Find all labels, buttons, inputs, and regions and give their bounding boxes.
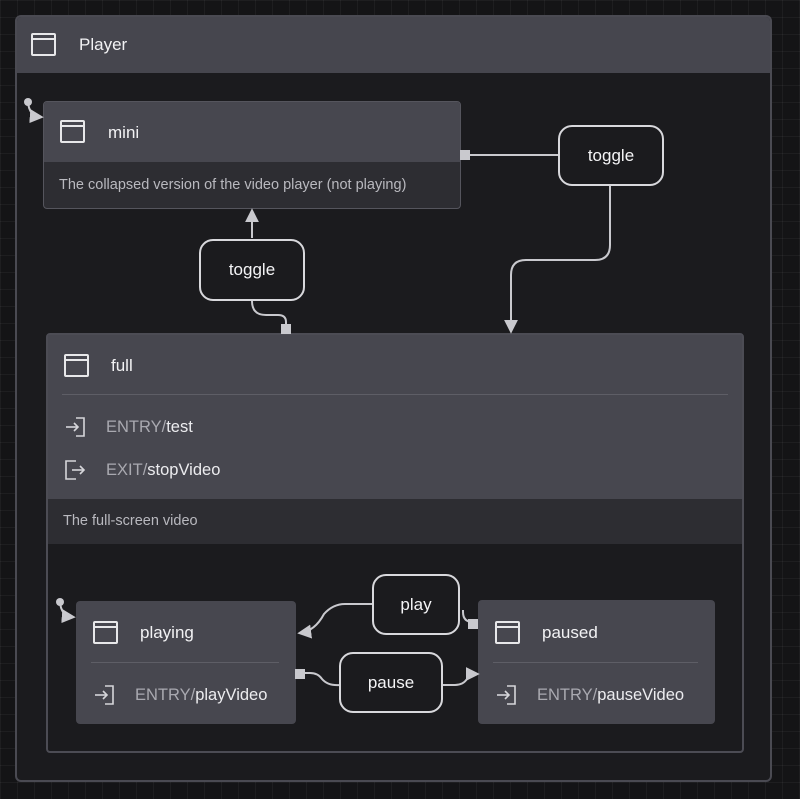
initial-marker-player: [24, 98, 44, 124]
event-pause-button[interactable]: pause: [339, 652, 443, 713]
event-toggle-button[interactable]: toggle: [199, 239, 305, 301]
event-play-button[interactable]: play: [372, 574, 460, 635]
initial-marker-playing: [56, 598, 76, 624]
event-toggle-button[interactable]: toggle: [558, 125, 664, 186]
